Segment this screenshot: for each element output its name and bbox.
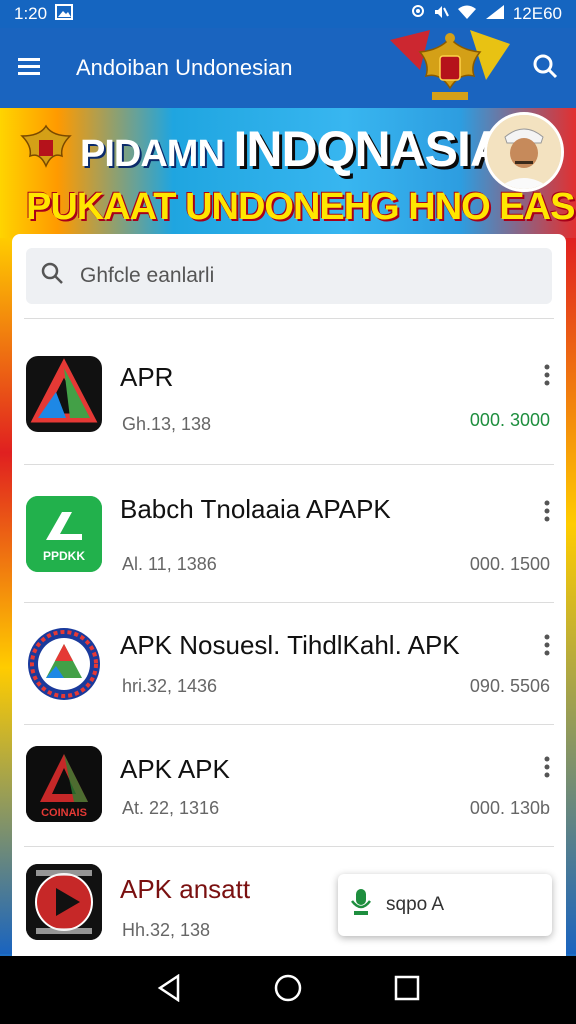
app-size: 000. 130b — [469, 798, 550, 818]
banner-headline: PIDAMN INDQNASIA — [80, 120, 506, 178]
garuda-small-icon — [20, 124, 72, 168]
app-name: APK Nosuesl. TihdlKahl. APK — [120, 630, 460, 660]
gallery-icon — [55, 3, 74, 25]
divider — [24, 846, 554, 847]
app-icon-coinais: COINAIS — [26, 746, 102, 822]
portrait-avatar — [484, 112, 564, 192]
app-meta: hri.32, 1436 — [122, 676, 218, 696]
app-name: Babch Tnolaaia APAPK — [120, 494, 391, 524]
more-options-icon[interactable] — [542, 756, 552, 778]
more-options-icon[interactable] — [542, 634, 552, 656]
app-bar: Andoiban Undonesian — [0, 28, 576, 108]
app-icon-label: PPDKK — [43, 549, 85, 563]
list-item[interactable]: APK Nosuesl. TihdlKahl. APK hri.32, 1436… — [12, 618, 566, 728]
location-icon — [411, 4, 425, 25]
app-icon-pdk: PPDKK — [26, 496, 102, 572]
list-item[interactable]: APR Gh.13, 138 000. 3000 — [12, 352, 566, 462]
promo-banner[interactable]: PIDAMN INDQNASIA PUKAAT UNDONEHG HNO EAS — [0, 108, 576, 238]
status-bar: 1:20 12E60 — [0, 0, 576, 28]
signal-icon — [485, 4, 505, 25]
app-meta: Gh.13, 138 — [122, 414, 212, 434]
app-icon-label: COINAIS — [41, 807, 87, 819]
wifi-icon — [457, 4, 477, 25]
status-time: 1:20 — [14, 4, 48, 23]
more-options-icon[interactable] — [542, 364, 552, 386]
app-icon-badge — [26, 626, 102, 702]
search-placeholder: Ghfcle eanlarli — [80, 264, 215, 287]
divider — [24, 602, 554, 603]
app-size: 090. 5506 — [469, 676, 550, 696]
garuda-emblem-icon — [390, 30, 510, 100]
app-name: APR — [120, 362, 174, 392]
more-options-icon[interactable] — [542, 500, 552, 522]
status-right-text: 12E60 — [512, 4, 562, 23]
app-size: 000. 3000 — [469, 410, 550, 430]
floating-toast[interactable]: sqpo A — [338, 874, 552, 936]
back-icon[interactable] — [156, 973, 182, 1007]
app-meta: Hh.32, 138 — [122, 920, 211, 940]
banner-line1-b: INDQNASIA — [233, 121, 506, 177]
navigation-bar — [0, 956, 576, 1024]
app-list-card: Ghfcle eanlarli APR Gh.13, 138 000. 3000… — [12, 234, 566, 956]
toast-text: sqpo A — [386, 894, 445, 915]
home-icon[interactable] — [273, 973, 303, 1008]
list-item[interactable]: PPDKK Babch Tnolaaia APAPK Al. 11, 1386 … — [12, 492, 566, 602]
list-item[interactable]: COINAIS APK APK At. 22, 1316 000. 130b — [12, 742, 566, 852]
search-field-icon — [40, 261, 64, 291]
menu-icon[interactable] — [18, 56, 42, 81]
app-meta: Al. 11, 1386 — [122, 554, 217, 574]
search-input[interactable]: Ghfcle eanlarli — [26, 248, 552, 304]
app-size: 000. 1500 — [469, 554, 550, 574]
banner-line1-a: PIDAMN — [80, 133, 225, 175]
app-name: APK ansatt — [120, 874, 251, 904]
recents-icon[interactable] — [394, 975, 420, 1006]
app-name: APK APK — [120, 754, 230, 784]
microphone-icon — [350, 887, 372, 923]
divider — [24, 318, 554, 319]
search-icon[interactable] — [532, 53, 558, 84]
app-icon-triangle — [26, 356, 102, 432]
divider — [24, 724, 554, 725]
app-meta: At. 22, 1316 — [122, 798, 220, 818]
divider — [24, 464, 554, 465]
app-icon-play — [26, 864, 102, 940]
banner-subheadline: PUKAAT UNDONEHG HNO EAS — [26, 186, 575, 228]
mute-icon — [433, 4, 449, 25]
